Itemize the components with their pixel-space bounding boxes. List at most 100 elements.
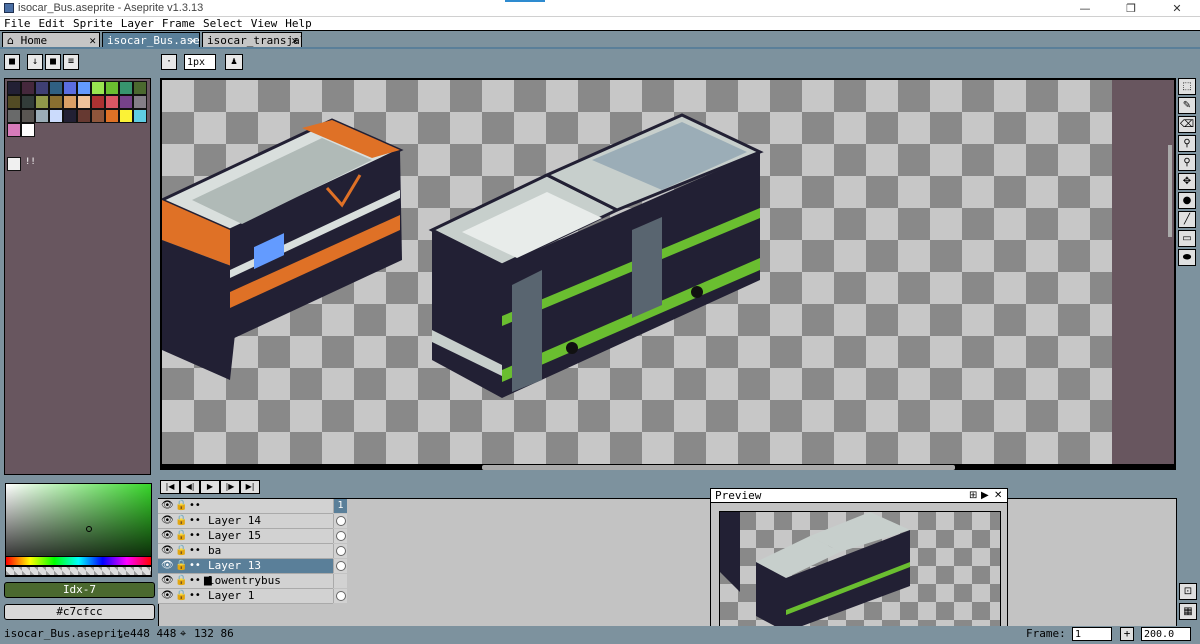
zoom-icon[interactable]: ⚲ bbox=[1178, 154, 1196, 171]
layer-cel[interactable] bbox=[333, 559, 347, 573]
lock-icon[interactable]: 🔒 bbox=[175, 544, 187, 558]
layer-row[interactable]: 👁 🔒 •• Layer 1 bbox=[158, 589, 333, 604]
close-tab-icon[interactable]: ✕ bbox=[89, 34, 96, 47]
palette-swatch[interactable] bbox=[7, 81, 21, 95]
ellipse-icon[interactable]: ⬬ bbox=[1178, 249, 1196, 266]
continuous-icon[interactable]: •• bbox=[189, 589, 201, 603]
palette-swatch[interactable] bbox=[77, 109, 91, 123]
menu-file[interactable]: File bbox=[0, 17, 35, 30]
tab-isocar-bus[interactable]: isocar_Bus.asep ✕ bbox=[102, 32, 200, 48]
continuous-icon[interactable]: •• bbox=[189, 514, 201, 528]
palette-swatch[interactable] bbox=[7, 95, 21, 109]
frame-input[interactable] bbox=[1072, 627, 1112, 641]
brush-type-icon[interactable]: · bbox=[161, 54, 177, 70]
eye-icon[interactable]: 👁 bbox=[161, 544, 174, 558]
layer-cel[interactable] bbox=[333, 544, 347, 558]
lock-icon[interactable]: 🔒 bbox=[175, 559, 187, 573]
prev-frame-icon[interactable]: ◀| bbox=[180, 480, 200, 494]
palette-swatch[interactable] bbox=[7, 109, 21, 123]
palette-swatch[interactable] bbox=[63, 81, 77, 95]
fill-icon[interactable]: ● bbox=[1178, 192, 1196, 209]
zoom-input[interactable] bbox=[1141, 627, 1191, 641]
preview-mode-icon[interactable]: ⊞ bbox=[969, 489, 977, 502]
palette-menu-icon[interactable]: ≡ bbox=[63, 54, 79, 70]
pencil-icon[interactable]: ✎ bbox=[1178, 97, 1196, 114]
brush-size-input[interactable] bbox=[184, 54, 216, 70]
palette-swatch[interactable] bbox=[21, 95, 35, 109]
eye-icon[interactable]: 👁 bbox=[161, 499, 174, 513]
close-tab-icon[interactable]: ✕ bbox=[291, 34, 298, 47]
menu-view[interactable]: View bbox=[247, 17, 282, 30]
continuous-icon[interactable]: •• bbox=[189, 574, 201, 588]
layer-row[interactable]: 👁 🔒 •• Layer 14 bbox=[158, 514, 333, 529]
lock-icon[interactable]: 🔒 bbox=[175, 574, 187, 588]
sprite-canvas[interactable] bbox=[162, 80, 1174, 464]
eraser-icon[interactable]: ⌫ bbox=[1178, 116, 1196, 133]
preview-play-icon[interactable]: ▶ bbox=[981, 489, 989, 502]
layer-row[interactable]: 👁 🔒 •• ba bbox=[158, 544, 333, 559]
layer-cel[interactable] bbox=[333, 529, 347, 543]
palette-swatch[interactable] bbox=[63, 109, 77, 123]
eye-icon[interactable]: 👁 bbox=[161, 529, 174, 543]
palette-swatch[interactable] bbox=[133, 109, 147, 123]
palette-swatch[interactable] bbox=[7, 123, 21, 137]
color-hex-label[interactable]: #c7cfcc bbox=[4, 604, 155, 620]
timeline-icon[interactable]: ▦ bbox=[1179, 603, 1197, 620]
move-icon[interactable]: ✥ bbox=[1178, 173, 1196, 190]
eye-icon[interactable]: 👁 bbox=[161, 574, 174, 588]
menu-select[interactable]: Select bbox=[199, 17, 247, 30]
color-index-label[interactable]: Idx-7 bbox=[4, 582, 155, 598]
layer-row[interactable]: 👁 🔒 •• Layer 13 bbox=[158, 559, 333, 574]
hue-slider[interactable] bbox=[5, 556, 152, 566]
menu-help[interactable]: Help bbox=[281, 17, 316, 30]
lock-icon[interactable]: 🔒 bbox=[175, 514, 187, 528]
play-icon[interactable]: ▶ bbox=[200, 480, 220, 494]
palette-swatch[interactable] bbox=[91, 95, 105, 109]
palette-swatch[interactable] bbox=[119, 109, 133, 123]
palette-swatch[interactable] bbox=[133, 95, 147, 109]
layer-row[interactable]: 👁 🔒 •• ▆ lowentrybus bbox=[158, 574, 333, 589]
save-palette-icon[interactable]: ■ bbox=[45, 54, 61, 70]
ink-icon[interactable]: ♟ bbox=[225, 54, 243, 70]
palette-swatch[interactable] bbox=[77, 95, 91, 109]
eye-icon[interactable]: 👁 bbox=[161, 589, 174, 603]
line-icon[interactable]: ╱ bbox=[1178, 211, 1196, 228]
maximize-button[interactable]: ❐ bbox=[1108, 0, 1154, 17]
continuous-icon[interactable]: •• bbox=[189, 544, 201, 558]
palette-swatch[interactable] bbox=[91, 109, 105, 123]
palette-swatch[interactable] bbox=[105, 81, 119, 95]
continuous-icon[interactable]: •• bbox=[189, 559, 201, 573]
layer-row[interactable]: 👁 🔒 •• Layer 15 bbox=[158, 529, 333, 544]
lock-icon[interactable]: 🔒 bbox=[175, 499, 187, 513]
lock-icon[interactable]: 🔒 bbox=[175, 529, 187, 543]
tab-isocar-transjal[interactable]: isocar_transjal ✕ bbox=[202, 32, 302, 48]
frame-size-icon[interactable]: ⊡ bbox=[1179, 583, 1197, 600]
palette-swatch[interactable] bbox=[77, 81, 91, 95]
last-frame-icon[interactable]: ▶| bbox=[240, 480, 260, 494]
first-frame-icon[interactable]: |◀ bbox=[160, 480, 180, 494]
vertical-scrollbar[interactable] bbox=[1168, 145, 1172, 237]
alpha-slider[interactable] bbox=[5, 566, 152, 576]
sort-icon[interactable]: ↓ bbox=[27, 54, 43, 70]
palette-swatch[interactable] bbox=[35, 109, 49, 123]
palette-swatch[interactable] bbox=[119, 95, 133, 109]
menu-layer[interactable]: Layer bbox=[117, 17, 158, 30]
eye-icon[interactable]: 👁 bbox=[161, 514, 174, 528]
lock-icon[interactable]: 🔒 bbox=[175, 589, 187, 603]
palette-swatch[interactable] bbox=[35, 95, 49, 109]
palette-swatch[interactable] bbox=[119, 81, 133, 95]
rectangle-icon[interactable]: ▭ bbox=[1178, 230, 1196, 247]
palette-swatch[interactable] bbox=[35, 81, 49, 95]
close-button[interactable]: ✕ bbox=[1154, 0, 1200, 17]
palette-swatch[interactable] bbox=[49, 95, 63, 109]
menu-edit[interactable]: Edit bbox=[35, 17, 70, 30]
menu-frame[interactable]: Frame bbox=[158, 17, 199, 30]
palette-swatch[interactable] bbox=[21, 81, 35, 95]
minimize-button[interactable]: — bbox=[1062, 0, 1108, 17]
tab-home[interactable]: ⌂ Home ✕ bbox=[2, 32, 100, 48]
marquee-icon[interactable]: ⬚ bbox=[1178, 78, 1196, 95]
palette-swatch[interactable] bbox=[49, 81, 63, 95]
horizontal-scrollbar[interactable] bbox=[482, 465, 955, 470]
close-tab-icon[interactable]: ✕ bbox=[189, 34, 196, 47]
color-picker-cursor[interactable] bbox=[86, 526, 92, 532]
